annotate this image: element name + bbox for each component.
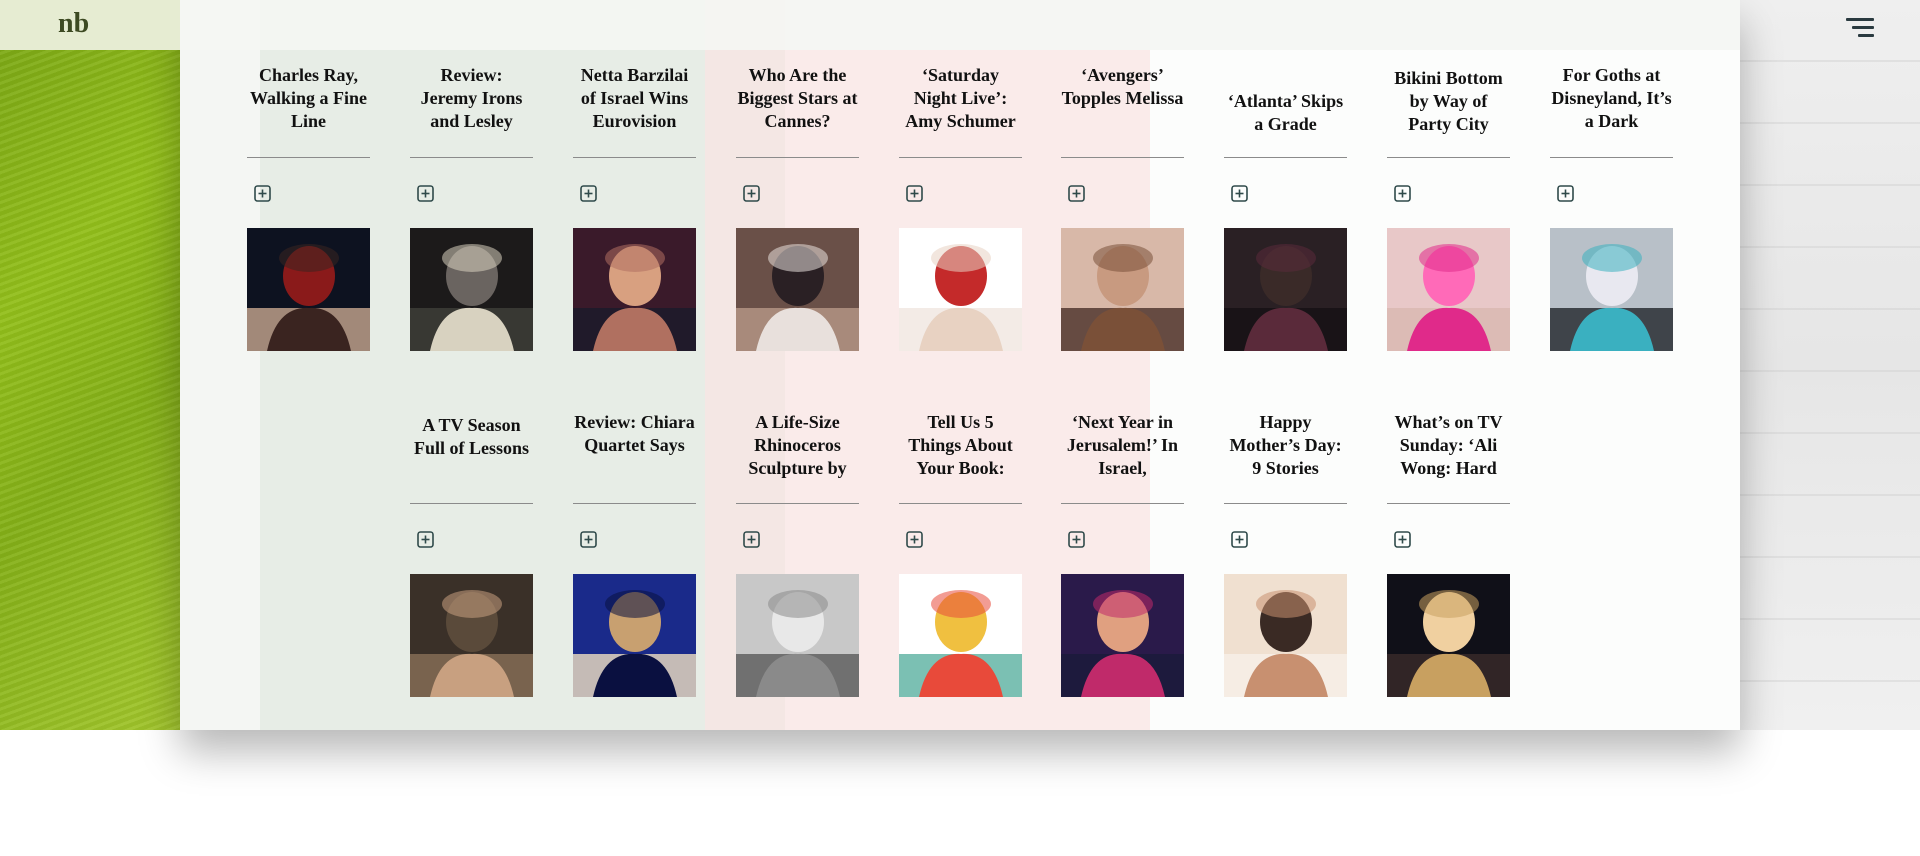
portrait-photo[interactable]	[247, 228, 370, 351]
title-divider	[736, 157, 859, 158]
costume-photo[interactable]	[1387, 228, 1510, 351]
background-left	[0, 0, 180, 730]
title-divider	[1224, 157, 1347, 158]
book-cover[interactable]	[899, 574, 1022, 697]
background-right	[1740, 0, 1920, 730]
stage-photo[interactable]	[410, 228, 533, 351]
add-plus-icon[interactable]	[1394, 531, 1411, 548]
title-divider	[1550, 157, 1673, 158]
title-divider	[899, 157, 1022, 158]
title-divider	[736, 503, 859, 504]
add-plus-icon[interactable]	[1394, 185, 1411, 202]
article-title[interactable]: Bikini Bottom by Way of Party City	[1387, 67, 1510, 136]
logo-bar	[0, 0, 180, 50]
article-title[interactable]: What’s on TV Sunday: ‘Ali Wong: Hard	[1387, 411, 1510, 480]
actor-photo[interactable]	[410, 574, 533, 697]
add-plus-icon[interactable]	[417, 185, 434, 202]
article-title[interactable]: Review: Jeremy Irons and Lesley	[410, 64, 533, 133]
add-plus-icon[interactable]	[743, 531, 760, 548]
article-title[interactable]: ‘Next Year in Jerusalem!’ In Israel,	[1061, 411, 1184, 480]
title-divider	[1387, 503, 1510, 504]
article-title[interactable]: Tell Us 5 Things About Your Book:	[899, 411, 1022, 480]
add-plus-icon[interactable]	[254, 185, 271, 202]
article-title[interactable]: Happy Mother’s Day: 9 Stories	[1224, 411, 1347, 480]
group-photo[interactable]	[736, 228, 859, 351]
add-plus-icon[interactable]	[1231, 185, 1248, 202]
add-plus-icon[interactable]	[743, 185, 760, 202]
add-plus-icon[interactable]	[580, 531, 597, 548]
hamburger-menu-icon[interactable]	[1846, 18, 1874, 42]
goth-photo[interactable]	[1550, 228, 1673, 351]
sculpture-photo[interactable]	[736, 574, 859, 697]
add-plus-icon[interactable]	[906, 185, 923, 202]
quartet-photo[interactable]	[573, 574, 696, 697]
singer-photo[interactable]	[573, 228, 696, 351]
add-plus-icon[interactable]	[1068, 185, 1085, 202]
article-title[interactable]: ‘Avengers’ Topples Melissa	[1061, 64, 1184, 110]
add-plus-icon[interactable]	[1557, 185, 1574, 202]
header-bar	[180, 0, 1740, 50]
article-title[interactable]: A TV Season Full of Lessons	[410, 414, 533, 460]
site-logo[interactable]: nb	[58, 8, 89, 40]
title-divider	[1387, 157, 1510, 158]
add-plus-icon[interactable]	[1068, 531, 1085, 548]
title-divider	[573, 503, 696, 504]
article-title[interactable]: Charles Ray, Walking a Fine Line	[247, 64, 370, 133]
title-divider	[1061, 503, 1184, 504]
title-divider	[1224, 503, 1347, 504]
article-title[interactable]: ‘Atlanta’ Skips a Grade	[1224, 90, 1347, 136]
bonnet-photo[interactable]	[899, 228, 1022, 351]
add-plus-icon[interactable]	[417, 531, 434, 548]
add-plus-icon[interactable]	[580, 185, 597, 202]
title-divider	[573, 157, 696, 158]
add-plus-icon[interactable]	[906, 531, 923, 548]
glasses-photo[interactable]	[1061, 228, 1184, 351]
comedian-photo[interactable]	[1387, 574, 1510, 697]
article-title[interactable]: Netta Barzilai of Israel Wins Eurovision	[573, 64, 696, 133]
article-title[interactable]: ‘Saturday Night Live’: Amy Schumer	[899, 64, 1022, 133]
title-divider	[899, 503, 1022, 504]
add-plus-icon[interactable]	[1231, 531, 1248, 548]
article-title[interactable]: Review: Chiara Quartet Says	[573, 411, 696, 457]
man-photo[interactable]	[1224, 228, 1347, 351]
title-divider	[410, 157, 533, 158]
mother-photo[interactable]	[1224, 574, 1347, 697]
title-divider	[247, 157, 370, 158]
title-divider	[1061, 157, 1184, 158]
singer-photo[interactable]	[1061, 574, 1184, 697]
article-title[interactable]: A Life-Size Rhinoceros Sculpture by	[736, 411, 859, 480]
title-divider	[410, 503, 533, 504]
article-title[interactable]: Who Are the Biggest Stars at Cannes?	[736, 64, 859, 133]
article-title[interactable]: For Goths at Disneyland, It’s a Dark	[1550, 64, 1673, 133]
